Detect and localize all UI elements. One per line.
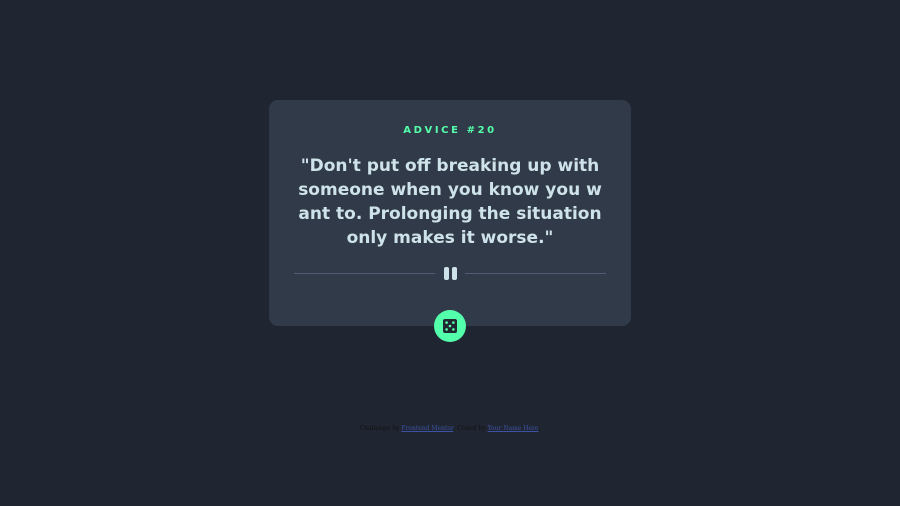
dice-icon (443, 319, 457, 333)
attribution: Challenge by Frontend Mentor. Coded by Y… (0, 425, 900, 432)
attribution-suffix: . (538, 425, 541, 432)
advice-id: ADVICE #20 (403, 125, 497, 136)
attribution-middle: . Coded by (453, 425, 486, 432)
new-advice-button[interactable] (434, 310, 466, 342)
divider-line-right (465, 273, 606, 274)
author-link[interactable]: Your Name Here (488, 425, 539, 432)
frontend-mentor-link[interactable]: Frontend Mentor (401, 425, 453, 432)
page: ADVICE #20 "Don't put off breaking up wi… (0, 0, 900, 506)
attribution-prefix: Challenge by (359, 425, 400, 432)
pattern-divider (294, 267, 606, 280)
pause-icon (444, 267, 458, 280)
advice-card: ADVICE #20 "Don't put off breaking up wi… (269, 100, 631, 326)
advice-text: "Don't put off breaking up with someone … (298, 156, 602, 248)
divider-line-left (294, 273, 435, 274)
